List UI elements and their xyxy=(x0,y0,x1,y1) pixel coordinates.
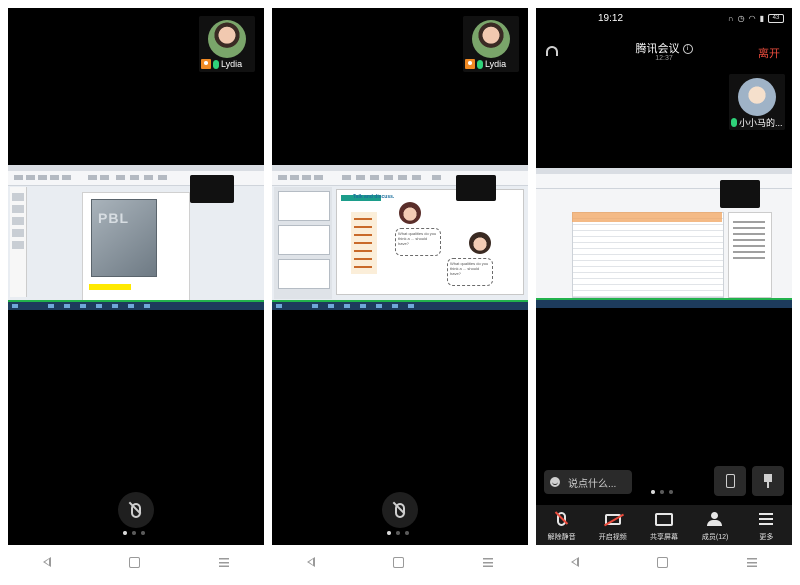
alarm-icon: ◷ xyxy=(737,14,745,23)
host-badge-icon xyxy=(465,59,475,69)
participant-name: 小小马的... xyxy=(739,117,783,128)
system-nav-bar xyxy=(268,550,532,574)
participant-label: 小小马的... xyxy=(731,116,783,128)
pin-icon xyxy=(763,474,773,488)
menu-icon xyxy=(759,513,774,525)
phone-icon xyxy=(725,474,735,488)
cartoon-girl-image xyxy=(399,202,421,224)
mini-video-tile xyxy=(720,180,760,208)
status-time: 19:12 xyxy=(598,13,624,24)
comment-input[interactable]: 说点什么... xyxy=(544,470,632,494)
back-icon[interactable] xyxy=(43,557,52,567)
status-bar: 19:12 ∩ ◷ ◠ ▮ 43 xyxy=(536,8,792,30)
windows-taskbar xyxy=(8,302,264,310)
mic-active-icon xyxy=(213,59,219,69)
mute-toggle-button[interactable] xyxy=(382,492,418,528)
page-indicator xyxy=(387,531,409,535)
participant-label: Lydia xyxy=(465,58,506,70)
meeting-view-2: Lydia Talk and discuss. What qualities d… xyxy=(272,8,528,545)
comment-placeholder: 说点什么... xyxy=(568,478,617,490)
mute-toggle-button[interactable] xyxy=(118,492,154,528)
highlighted-text xyxy=(89,284,131,290)
shared-screen[interactable]: Talk and discuss. What qualities do you … xyxy=(272,165,528,310)
start-video-button[interactable]: 开启视频 xyxy=(589,509,637,542)
wifi-icon: ◠ xyxy=(748,14,756,23)
meeting-toolbar: 解除静音 开启视频 共享屏幕 成员(12) 更多 xyxy=(536,505,792,545)
signal-icon: ▮ xyxy=(759,14,764,23)
recents-icon[interactable] xyxy=(746,557,757,567)
members-icon xyxy=(706,512,724,526)
info-icon[interactable]: i xyxy=(682,44,693,55)
slide-thumbnail[interactable] xyxy=(278,191,330,221)
speech-bubble-2: What qualities do you think a ... should… xyxy=(447,258,493,286)
meeting-title: 腾讯会议 i xyxy=(536,40,792,56)
home-icon[interactable] xyxy=(657,556,669,568)
leave-button[interactable]: 离开 xyxy=(758,45,780,61)
mic-active-icon xyxy=(731,117,737,127)
host-badge-icon xyxy=(201,59,211,69)
home-icon[interactable] xyxy=(393,556,405,568)
mic-muted-icon xyxy=(395,502,405,518)
headphone-icon: ∩ xyxy=(727,14,734,23)
mini-video-tile xyxy=(456,175,496,201)
shared-screen[interactable]: PBL xyxy=(8,165,264,310)
avatar xyxy=(738,78,776,116)
current-slide: Talk and discuss. What qualities do you … xyxy=(336,189,524,295)
windows-taskbar xyxy=(536,300,792,308)
participant-video-tile[interactable]: Lydia xyxy=(463,16,519,72)
back-icon[interactable] xyxy=(571,557,580,567)
meeting-duration: 12:37 xyxy=(655,55,673,62)
highlighted-row xyxy=(572,212,722,222)
document-page: PBL xyxy=(82,192,190,304)
mini-video-tile xyxy=(190,175,234,203)
participant-name: Lydia xyxy=(221,59,243,69)
recents-icon[interactable] xyxy=(218,557,229,567)
cartoon-boy-image xyxy=(469,232,491,254)
meeting-view-1: Lydia PBL xyxy=(8,8,264,545)
qualities-list xyxy=(351,212,377,274)
side-panel xyxy=(728,212,772,298)
status-icons: ∩ ◷ ◠ ▮ 43 xyxy=(728,14,784,23)
screen-share-icon xyxy=(654,512,673,526)
mic-active-icon xyxy=(477,59,483,69)
back-icon[interactable] xyxy=(307,557,316,567)
emoji-icon[interactable] xyxy=(550,477,560,487)
page-thumbnails xyxy=(10,187,27,297)
share-screen-button[interactable]: 共享屏幕 xyxy=(640,509,688,542)
page-indicator xyxy=(651,490,673,494)
participant-name: Lydia xyxy=(485,59,507,69)
book-cover-image: PBL xyxy=(91,199,157,277)
slide-title: Talk and discuss. xyxy=(353,194,395,200)
unmute-button[interactable]: 解除静音 xyxy=(538,509,586,542)
avatar xyxy=(472,20,510,58)
avatar xyxy=(208,20,246,58)
system-nav-bar xyxy=(4,550,268,574)
more-button[interactable]: 更多 xyxy=(742,509,790,542)
spreadsheet-grid xyxy=(572,212,724,298)
recents-icon[interactable] xyxy=(482,557,493,567)
system-nav-bar xyxy=(532,550,796,574)
home-icon[interactable] xyxy=(129,556,141,568)
meeting-view-3: 19:12 ∩ ◷ ◠ ▮ 43 腾讯会议i 12:37 离开 小小马的... xyxy=(536,8,792,545)
mic-muted-icon xyxy=(557,512,567,526)
shared-screen[interactable] xyxy=(536,168,792,308)
windows-taskbar xyxy=(272,302,528,310)
participant-video-tile[interactable]: Lydia xyxy=(199,16,255,72)
participant-video-tile[interactable]: 小小马的... xyxy=(729,74,785,130)
participant-label: Lydia xyxy=(201,58,242,70)
slide-thumbnail[interactable] xyxy=(278,259,330,289)
mic-muted-icon xyxy=(131,502,141,518)
pin-button[interactable] xyxy=(752,466,784,496)
page-indicator xyxy=(123,531,145,535)
members-button[interactable]: 成员(12) xyxy=(691,509,739,542)
camera-off-icon xyxy=(604,513,621,525)
slide-thumbnail[interactable] xyxy=(278,225,330,255)
slide-thumbnails xyxy=(274,187,332,299)
rotate-screen-button[interactable] xyxy=(714,466,746,496)
battery-icon: 43 xyxy=(768,14,784,23)
speech-bubble-1: What qualities do you think a ... should… xyxy=(395,228,441,256)
